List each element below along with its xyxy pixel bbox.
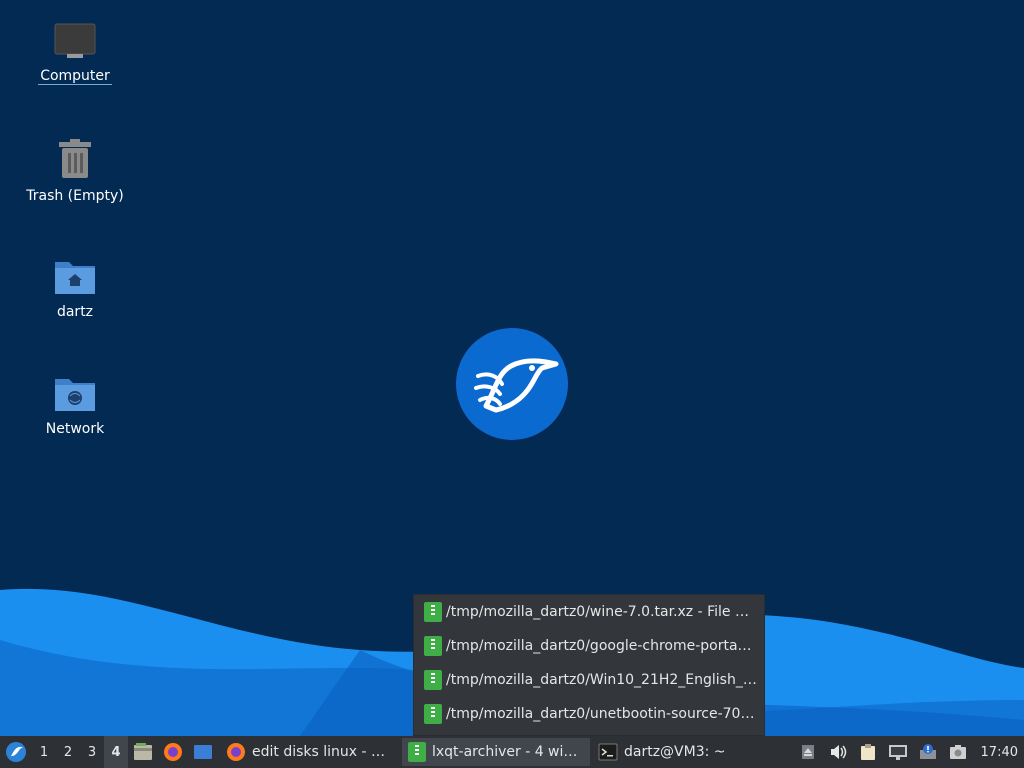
clock[interactable]: 17:40	[981, 745, 1018, 760]
desktop-icon-home[interactable]: dartz	[20, 256, 130, 320]
trash-icon	[59, 139, 91, 178]
desktop-show-icon	[194, 745, 212, 759]
popup-window-item[interactable]: /tmp/mozilla_dartz0/unetbootin-source-70…	[414, 697, 764, 731]
quicklaunch-file-manager[interactable]	[128, 736, 158, 768]
task-group-popup: /tmp/mozilla_dartz0/wine-7.0.tar.xz - Fi…	[413, 594, 765, 736]
system-tray: 17:40	[793, 736, 1024, 768]
task-lxqt-archiver[interactable]: lxqt-archiver - 4 wind…	[402, 738, 590, 766]
archive-icon	[408, 742, 426, 762]
archive-icon	[424, 704, 442, 724]
desktop-switch-2[interactable]: 2	[56, 736, 80, 768]
terminal-icon	[598, 743, 618, 761]
quicklaunch-show-desktop[interactable]	[188, 736, 218, 768]
firefox-icon	[227, 743, 245, 761]
eject-icon[interactable]	[798, 742, 818, 762]
firefox-icon	[164, 743, 182, 761]
archive-icon	[424, 602, 442, 622]
lubuntu-menu-icon	[6, 742, 26, 762]
popup-window-item[interactable]: /tmp/mozilla_dartz0/wine-7.0.tar.xz - Fi…	[414, 595, 764, 629]
desktop-icon-computer[interactable]: Computer	[20, 22, 130, 85]
network-wired-icon[interactable]	[888, 742, 908, 762]
file-manager-icon	[134, 743, 152, 760]
desktop-icon-network[interactable]: Network	[20, 373, 130, 437]
archive-icon	[424, 670, 442, 690]
lubuntu-logo	[456, 328, 568, 440]
desktop: Computer Trash (Empty) dartz Network /tm…	[0, 0, 1024, 736]
volume-icon[interactable]	[828, 742, 848, 762]
home-folder-icon	[55, 262, 95, 294]
main-menu-button[interactable]	[0, 736, 32, 768]
desktop-icon-trash[interactable]: Trash (Empty)	[20, 138, 130, 204]
task-firefox[interactable]: edit disks linux - Goo…	[220, 738, 400, 766]
popup-window-item[interactable]: /tmp/mozilla_dartz0/google-chrome-porta…	[414, 629, 764, 663]
desktop-switch-3[interactable]: 3	[80, 736, 104, 768]
desktop-switch-1[interactable]: 1	[32, 736, 56, 768]
archive-icon	[424, 636, 442, 656]
update-notifier-icon[interactable]	[918, 742, 938, 762]
computer-icon	[54, 23, 96, 58]
desktop-switch-4[interactable]: 4	[104, 736, 128, 768]
popup-window-item[interactable]: /tmp/mozilla_dartz0/Win10_21H2_English_…	[414, 663, 764, 697]
desktop-icon-label: Trash (Empty)	[26, 188, 124, 204]
screenshot-icon[interactable]	[948, 742, 968, 762]
quicklaunch-firefox[interactable]	[158, 736, 188, 768]
desktop-icon-label: Computer	[38, 68, 112, 85]
clipboard-icon[interactable]	[858, 742, 878, 762]
task-terminal[interactable]: dartz@VM3: ~	[592, 738, 742, 766]
taskbar: 1 2 3 4 edit disks linux - Goo… lxqt-arc…	[0, 736, 1024, 768]
desktop-icon-label: Network	[45, 421, 105, 437]
network-folder-icon	[55, 379, 95, 411]
desktop-icon-label: dartz	[56, 304, 94, 320]
